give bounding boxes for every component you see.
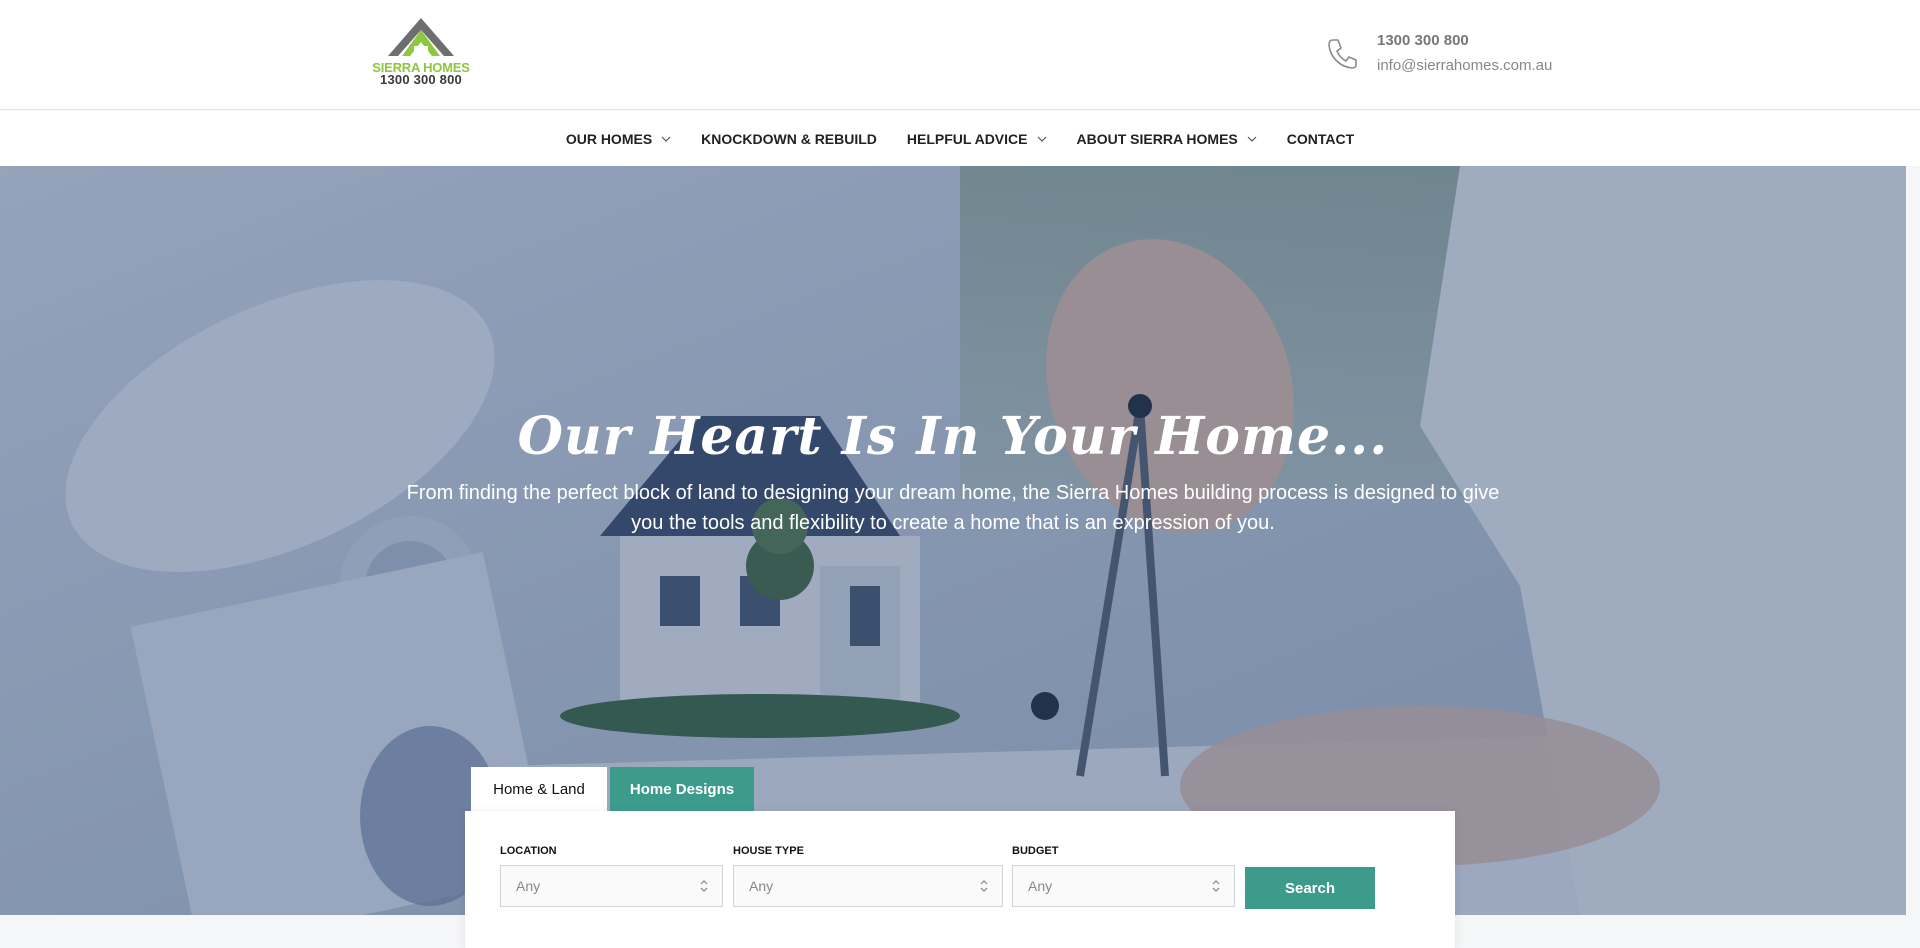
- logo-roof-icon: [388, 18, 454, 56]
- hero-banner: Our Heart Is In Your Home... From findin…: [0, 166, 1906, 915]
- select-arrows-icon: [980, 880, 988, 892]
- hero-subtitle: From finding the perfect block of land t…: [406, 482, 1500, 534]
- nav-item-contact[interactable]: CONTACT: [1272, 131, 1369, 147]
- main-navigation: OUR HOMES KNOCKDOWN & REBUILD HELPFUL AD…: [0, 111, 1920, 166]
- nav-item-label: ABOUT SIERRA HOMES: [1076, 130, 1238, 147]
- header-email[interactable]: info@sierrahomes.com.au: [1377, 57, 1552, 74]
- budget-value: Any: [1028, 878, 1053, 894]
- house-type-field: HOUSE TYPE Any: [733, 845, 1003, 907]
- header-phone[interactable]: 1300 300 800: [1377, 32, 1469, 49]
- nav-item-label: HELPFUL ADVICE: [906, 130, 1028, 147]
- nav-item-our-homes[interactable]: OUR HOMES: [551, 131, 686, 147]
- budget-label: BUDGET: [1012, 845, 1059, 857]
- tab-home-designs[interactable]: Home Designs: [610, 767, 754, 811]
- nav-item-label: OUR HOMES: [565, 130, 653, 147]
- nav-item-helpful-advice[interactable]: HELPFUL ADVICE: [892, 131, 1062, 147]
- hero-title: Our Heart Is In Your Home...: [517, 406, 1389, 467]
- hero-overlay: [0, 166, 1906, 915]
- location-value: Any: [516, 878, 541, 894]
- tab-home-and-land[interactable]: Home & Land: [471, 767, 607, 811]
- phone-icon: [1328, 39, 1357, 69]
- nav-item-label: CONTACT: [1286, 130, 1355, 147]
- chevron-down-icon: [1037, 136, 1046, 142]
- search-tabs: Home & Land Home Designs: [471, 767, 754, 811]
- select-arrows-icon: [1212, 880, 1220, 892]
- house-type-select[interactable]: Any: [733, 865, 1003, 907]
- logo-phone-text: 1300 300 800: [380, 72, 462, 87]
- nav-item-about-sierra-homes[interactable]: ABOUT SIERRA HOMES: [1062, 131, 1272, 147]
- budget-field: BUDGET Any: [1012, 845, 1235, 907]
- select-arrows-icon: [700, 880, 708, 892]
- house-type-value: Any: [749, 878, 774, 894]
- nav-item-label: KNOCKDOWN & REBUILD: [701, 130, 877, 147]
- location-field: LOCATION Any: [500, 845, 723, 907]
- search-panel: LOCATION Any HOUSE TYPE Any BUDGET Any S…: [465, 811, 1455, 948]
- search-button[interactable]: Search: [1245, 867, 1375, 909]
- nav-item-knockdown-rebuild[interactable]: KNOCKDOWN & REBUILD: [686, 131, 892, 147]
- chevron-down-icon: [1247, 136, 1257, 142]
- budget-select[interactable]: Any: [1012, 865, 1235, 907]
- house-type-label: HOUSE TYPE: [733, 845, 804, 857]
- location-select[interactable]: Any: [500, 865, 723, 907]
- site-header: SIERRA HOMES 1300 300 800 1300 300 800 i…: [0, 0, 1920, 110]
- sierra-homes-logo[interactable]: SIERRA HOMES 1300 300 800: [370, 16, 472, 88]
- location-label: LOCATION: [500, 845, 557, 857]
- chevron-down-icon: [661, 136, 671, 142]
